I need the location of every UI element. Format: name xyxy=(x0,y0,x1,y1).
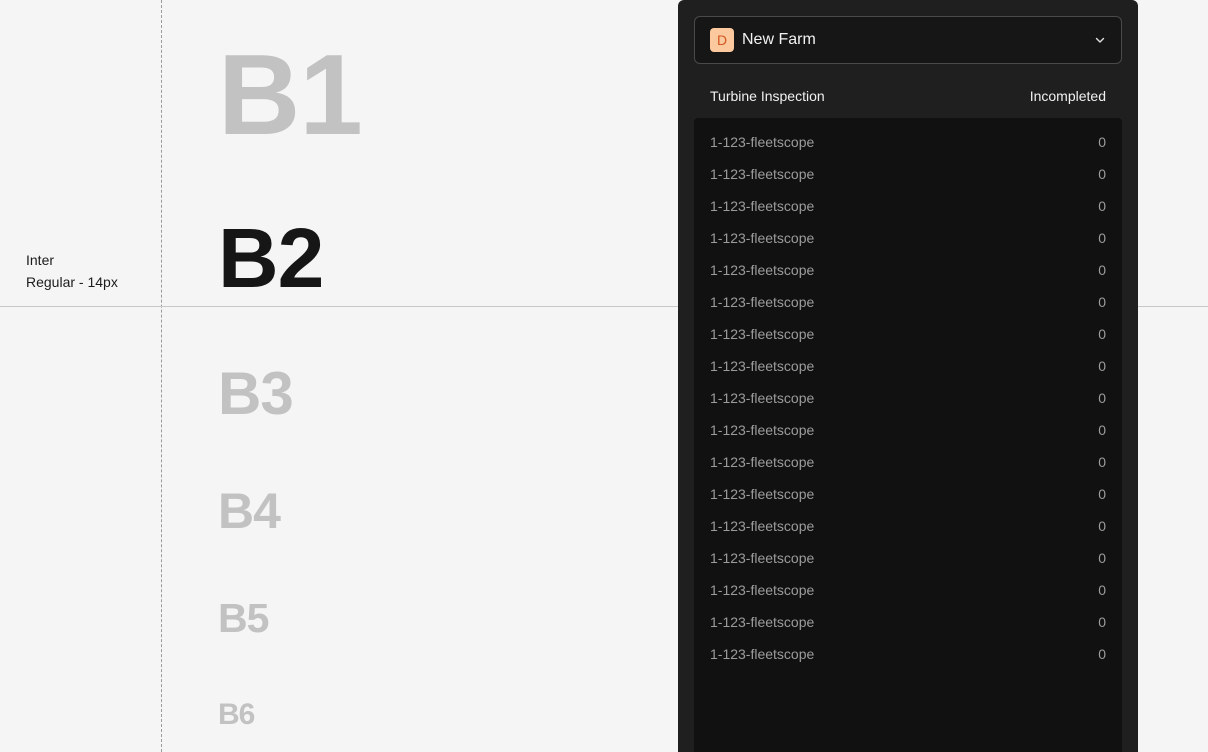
guide-vertical-dashed xyxy=(161,0,162,752)
table-row[interactable]: 1-123-fleetscope 0 xyxy=(694,446,1122,478)
scale-b5: B5 xyxy=(218,595,269,641)
row-count: 0 xyxy=(1098,646,1106,662)
farm-name: New Farm xyxy=(742,31,816,48)
row-name: 1-123-fleetscope xyxy=(710,582,815,598)
row-count: 0 xyxy=(1098,358,1106,374)
table-row[interactable]: 1-123-fleetscope 0 xyxy=(694,190,1122,222)
farm-selector[interactable]: D New Farm xyxy=(694,16,1122,64)
table-row[interactable]: 1-123-fleetscope 0 xyxy=(694,478,1122,510)
chevron-down-icon xyxy=(1095,37,1105,43)
table-row[interactable]: 1-123-fleetscope 0 xyxy=(694,350,1122,382)
row-name: 1-123-fleetscope xyxy=(710,166,815,182)
table-row[interactable]: 1-123-fleetscope 0 xyxy=(694,414,1122,446)
row-name: 1-123-fleetscope xyxy=(710,390,815,406)
row-name: 1-123-fleetscope xyxy=(710,134,815,150)
row-count: 0 xyxy=(1098,166,1106,182)
row-count: 0 xyxy=(1098,422,1106,438)
row-name: 1-123-fleetscope xyxy=(710,230,815,246)
row-name: 1-123-fleetscope xyxy=(710,358,815,374)
row-count: 0 xyxy=(1098,486,1106,502)
scale-b6: B6 xyxy=(218,698,255,731)
row-name: 1-123-fleetscope xyxy=(710,326,815,342)
row-count: 0 xyxy=(1098,326,1106,342)
font-family-label: Inter xyxy=(26,252,55,268)
row-count: 0 xyxy=(1098,582,1106,598)
table-header: Turbine Inspection Incompleted xyxy=(694,84,1122,108)
farm-badge: D xyxy=(710,28,734,52)
table-row[interactable]: 1-123-fleetscope 0 xyxy=(694,574,1122,606)
row-count: 0 xyxy=(1098,614,1106,630)
row-name: 1-123-fleetscope xyxy=(710,422,815,438)
row-count: 0 xyxy=(1098,134,1106,150)
row-count: 0 xyxy=(1098,294,1106,310)
table-row[interactable]: 1-123-fleetscope 0 xyxy=(694,542,1122,574)
scale-b2: B2 xyxy=(218,211,324,305)
row-count: 0 xyxy=(1098,230,1106,246)
table-row[interactable]: 1-123-fleetscope 0 xyxy=(694,222,1122,254)
row-count: 0 xyxy=(1098,550,1106,566)
inspection-panel: D New Farm Turbine Inspection Incomplete… xyxy=(678,0,1138,752)
row-name: 1-123-fleetscope xyxy=(710,294,815,310)
table-row[interactable]: 1-123-fleetscope 0 xyxy=(694,382,1122,414)
table-row[interactable]: 1-123-fleetscope 0 xyxy=(694,510,1122,542)
scale-b1: B1 xyxy=(218,32,363,159)
font-annotation: Inter Regular - 14px xyxy=(26,249,118,293)
row-name: 1-123-fleetscope xyxy=(710,518,815,534)
design-canvas: Inter Regular - 14px B1 B2 B3 B4 B5 B6 D… xyxy=(0,0,1208,752)
row-count: 0 xyxy=(1098,390,1106,406)
table-row[interactable]: 1-123-fleetscope 0 xyxy=(694,286,1122,318)
column-header-name: Turbine Inspection xyxy=(710,88,825,104)
table-row[interactable]: 1-123-fleetscope 0 xyxy=(694,606,1122,638)
font-spec-label: Regular - 14px xyxy=(26,274,118,290)
row-count: 0 xyxy=(1098,518,1106,534)
row-count: 0 xyxy=(1098,454,1106,470)
row-name: 1-123-fleetscope xyxy=(710,486,815,502)
turbine-list: 1-123-fleetscope 0 1-123-fleetscope 0 1-123-… xyxy=(694,118,1122,752)
table-row[interactable]: 1-123-fleetscope 0 xyxy=(694,158,1122,190)
column-header-status: Incompleted xyxy=(1029,88,1106,104)
row-name: 1-123-fleetscope xyxy=(710,454,815,470)
row-count: 0 xyxy=(1098,198,1106,214)
table-row[interactable]: 1-123-fleetscope 0 xyxy=(694,318,1122,350)
row-name: 1-123-fleetscope xyxy=(710,614,815,630)
table-row[interactable]: 1-123-fleetscope 0 xyxy=(694,254,1122,286)
scale-b4: B4 xyxy=(218,483,281,539)
row-count: 0 xyxy=(1098,262,1106,278)
table-row[interactable]: 1-123-fleetscope 0 xyxy=(694,126,1122,158)
table-row[interactable]: 1-123-fleetscope 0 xyxy=(694,638,1122,670)
scale-b3: B3 xyxy=(218,360,294,427)
row-name: 1-123-fleetscope xyxy=(710,198,815,214)
row-name: 1-123-fleetscope xyxy=(710,550,815,566)
row-name: 1-123-fleetscope xyxy=(710,262,815,278)
row-name: 1-123-fleetscope xyxy=(710,646,815,662)
